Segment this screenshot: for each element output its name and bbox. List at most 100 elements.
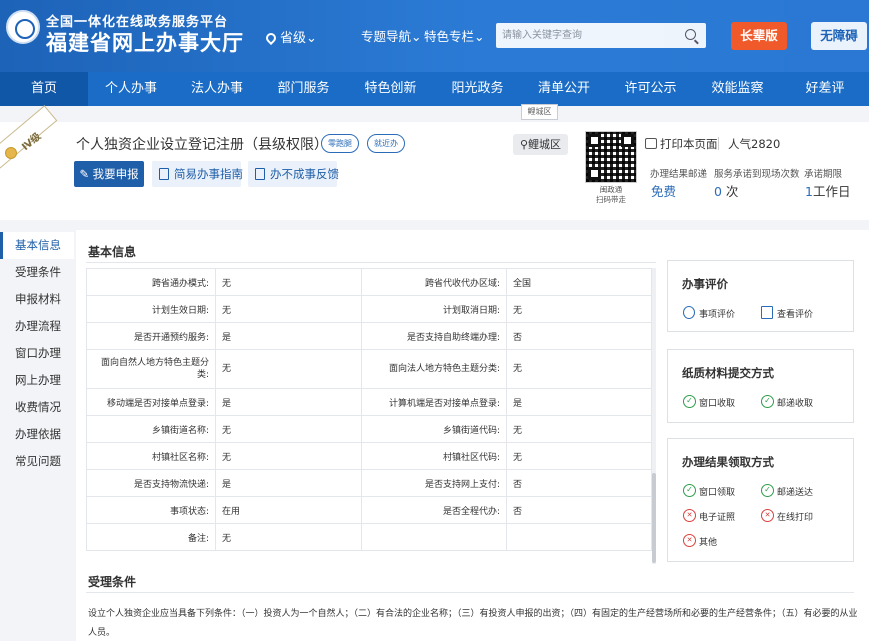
item-title: 个人独资企业设立登记注册（县级权限） bbox=[76, 137, 328, 153]
qr-finder bbox=[588, 134, 601, 147]
elder-mode-button[interactable]: 长辈版 bbox=[731, 22, 787, 50]
site-title[interactable]: 福建省网上办事大厅 bbox=[46, 27, 244, 57]
field-value: 在用 bbox=[215, 496, 362, 524]
search-box bbox=[496, 23, 706, 48]
chevron-down-icon: ⌄ bbox=[411, 29, 422, 44]
result-other: 其他 bbox=[683, 534, 718, 548]
qr-caption-action: 扫码带走 bbox=[596, 195, 626, 204]
accessibility-button[interactable]: 无障碍 bbox=[811, 22, 867, 50]
nav-item-lists[interactable]: 清单公开 bbox=[521, 72, 607, 106]
site-header: 全国一体化在线政务服务平台 福建省网上办事大厅 省级⌄ 专题导航⌄ 特色专栏⌄ … bbox=[0, 0, 869, 72]
field-label: 移动端是否对接单点登录: bbox=[86, 388, 216, 416]
field-label: 跨省通办模式: bbox=[86, 268, 216, 296]
field-value: 否 bbox=[506, 496, 652, 524]
table-row: 是否开通预约服务: 是是否支持自助终端办理: 否 bbox=[86, 322, 652, 350]
stat-number: 免费 bbox=[651, 184, 677, 199]
nav-item-innovation[interactable]: 特色创新 bbox=[347, 72, 434, 106]
topics-nav[interactable]: 专题导航⌄ bbox=[361, 26, 422, 45]
table-row: 备注: 无 bbox=[86, 523, 652, 551]
field-label bbox=[361, 523, 507, 551]
field-label: 事项状态: bbox=[86, 496, 216, 524]
field-label: 计算机端是否对接单点登录: bbox=[361, 388, 507, 416]
qr-caption-app: 闽政通 bbox=[599, 185, 623, 194]
table-row: 事项状态: 在用 是否全程代办: 否 bbox=[86, 496, 652, 524]
guide-button[interactable]: 简易办事指南 bbox=[152, 161, 243, 187]
view-evaluation-link[interactable]: 查看评价 bbox=[761, 306, 814, 320]
nav-item-supervision[interactable]: 效能监察 bbox=[694, 72, 781, 106]
scrollbar-thumb[interactable] bbox=[652, 473, 656, 563]
nav-item-department[interactable]: 部门服务 bbox=[260, 72, 347, 106]
nav-item-personal[interactable]: 个人办事 bbox=[88, 72, 174, 106]
field-label: 乡镇街道代码: bbox=[361, 415, 507, 443]
item-evaluation-link[interactable]: 事项评价 bbox=[683, 306, 735, 320]
divider bbox=[86, 262, 656, 263]
section-nav-materials[interactable]: 申报材料 bbox=[0, 286, 74, 313]
field-label: 村镇社区代码: bbox=[361, 442, 507, 470]
section-nav-process[interactable]: 办理流程 bbox=[0, 313, 74, 340]
feedback-button[interactable]: 办不成事反馈 bbox=[248, 161, 339, 187]
result-e-license-label: 电子证照 bbox=[699, 513, 736, 523]
chevron-down-icon: ⌄ bbox=[474, 29, 485, 44]
topics-label: 专题导航 bbox=[361, 29, 412, 44]
table-row: 计划生效日期: 无计划取消日期: 无 bbox=[86, 295, 652, 323]
field-value: 无 bbox=[215, 442, 362, 470]
document-icon bbox=[159, 168, 169, 180]
table-row: 乡镇街道名称: 无乡镇街道代码: 无 bbox=[86, 415, 652, 443]
field-value: 无 bbox=[506, 442, 652, 470]
print-label: 打印本页面 bbox=[660, 137, 718, 151]
result-window-label: 窗口领取 bbox=[699, 488, 736, 498]
location-pin-icon: ⚲ bbox=[519, 138, 529, 151]
field-label: 是否支持网上支付: bbox=[361, 469, 507, 497]
nav-item-permits[interactable]: 许可公示 bbox=[607, 72, 694, 106]
stat-number: 1 bbox=[805, 184, 813, 199]
field-value: 无 bbox=[215, 415, 362, 443]
section-nav: 基本信息 受理条件 申报材料 办理流程 窗口办理 网上办理 收费情况 办理依据 … bbox=[0, 230, 76, 641]
section-nav-window[interactable]: 窗口办理 bbox=[0, 340, 74, 367]
chevron-down-icon: ⌄ bbox=[306, 31, 317, 46]
location-pin-icon bbox=[263, 30, 279, 46]
popularity-count: 人气2820 bbox=[728, 137, 781, 151]
field-value: 无 bbox=[506, 349, 652, 389]
result-online-print-label: 在线打印 bbox=[777, 513, 814, 523]
search-input[interactable] bbox=[496, 23, 676, 48]
section-nav-basic[interactable]: 基本信息 bbox=[0, 232, 74, 259]
view-evaluation-label: 查看评价 bbox=[777, 310, 814, 320]
field-value: 全国 bbox=[506, 268, 652, 296]
field-value: 无 bbox=[215, 523, 362, 551]
stat-unit: 工作日 bbox=[812, 184, 851, 199]
section-nav-fees[interactable]: 收费情况 bbox=[0, 394, 74, 421]
paper-window: 窗口收取 bbox=[683, 395, 735, 409]
field-label: 是否开通预约服务: bbox=[86, 322, 216, 350]
qr-finder bbox=[588, 167, 601, 180]
apply-button[interactable]: ✎ 我要申报 bbox=[74, 161, 144, 187]
result-other-label: 其他 bbox=[699, 538, 718, 548]
field-label: 备注: bbox=[86, 523, 216, 551]
qr-code[interactable] bbox=[585, 131, 637, 183]
section-nav-basis[interactable]: 办理依据 bbox=[0, 421, 74, 448]
special-nav[interactable]: 特色专栏⌄ bbox=[424, 26, 485, 45]
district-label: 鲤城区 bbox=[528, 138, 562, 151]
section-nav-faq[interactable]: 常见问题 bbox=[0, 448, 74, 475]
field-value: 无 bbox=[215, 268, 362, 296]
nav-item-corporate[interactable]: 法人办事 bbox=[174, 72, 260, 106]
result-window: 窗口领取 bbox=[683, 484, 736, 498]
table-row: 跨省通办模式: 无跨省代收代办区域: 全国 bbox=[86, 268, 652, 296]
table-scrollbar[interactable] bbox=[652, 268, 656, 564]
result-mail: 邮递送达 bbox=[761, 484, 813, 498]
qr-caption: 闽政通 扫码带走 bbox=[587, 185, 635, 205]
print-button[interactable]: 打印本页面 bbox=[645, 136, 718, 152]
feedback-icon bbox=[255, 168, 265, 180]
accept-heading: 受理条件 bbox=[88, 575, 137, 589]
search-icon[interactable] bbox=[685, 29, 696, 40]
region-selector[interactable]: 省级⌄ bbox=[263, 27, 317, 46]
nav-item-rating[interactable]: 好差评 bbox=[781, 72, 869, 106]
nav-item-open-gov[interactable]: 阳光政务 bbox=[434, 72, 521, 106]
section-nav-conditions[interactable]: 受理条件 bbox=[0, 259, 74, 286]
field-value: 是 bbox=[215, 388, 362, 416]
emblem-logo-icon[interactable] bbox=[6, 10, 40, 44]
stat-label-visits: 服务承诺到现场次数 bbox=[714, 169, 800, 180]
field-label: 是否全程代办: bbox=[361, 496, 507, 524]
section-nav-online[interactable]: 网上办理 bbox=[0, 367, 74, 394]
field-value: 无 bbox=[506, 415, 652, 443]
nav-item-home[interactable]: 首页 bbox=[0, 72, 88, 106]
